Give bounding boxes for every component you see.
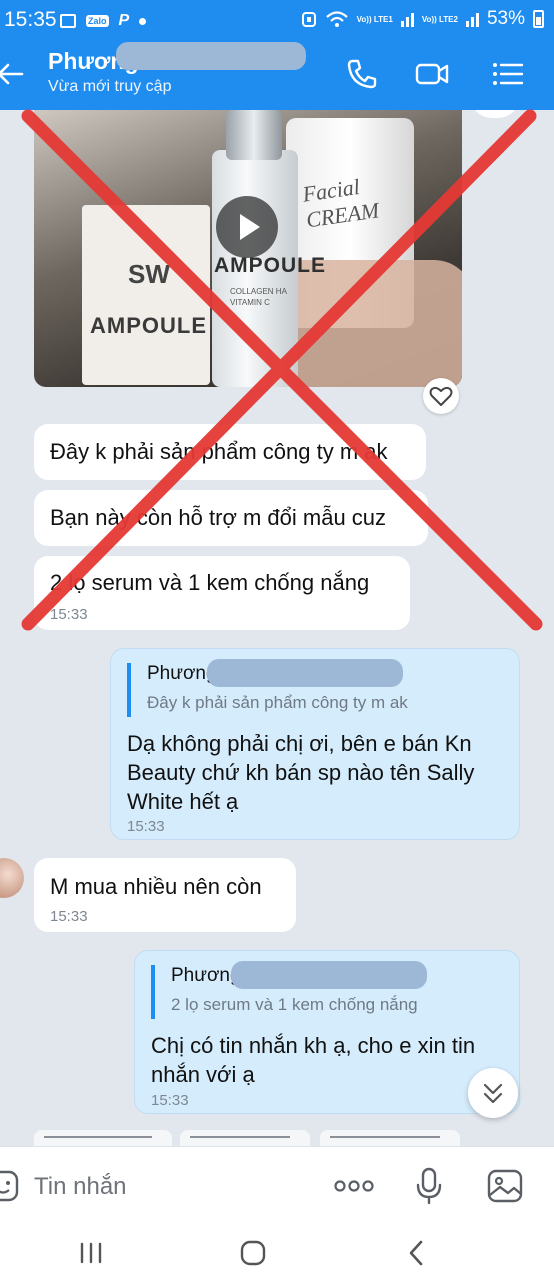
play-icon[interactable] — [216, 196, 278, 258]
message-time: 15:33 — [50, 908, 88, 925]
heart-react-icon[interactable] — [423, 378, 459, 414]
box-logo: SW — [128, 259, 170, 289]
message-text: M mua nhiều nên còn — [50, 874, 262, 899]
message-text: Đây k phải sản phẩm công ty m ak — [50, 439, 388, 464]
incoming-message[interactable]: Đây k phải sản phẩm công ty m ak — [34, 424, 426, 480]
message-input[interactable] — [34, 1167, 314, 1207]
sender-avatar[interactable] — [0, 858, 24, 898]
message-time: 15:33 — [50, 606, 88, 623]
partial-scroll-button[interactable] — [470, 110, 520, 118]
p-notification-icon: P — [118, 12, 130, 29]
redacted-name-block — [116, 42, 306, 70]
scroll-to-bottom-button[interactable] — [468, 1068, 518, 1118]
wifi-icon — [325, 11, 348, 27]
incoming-message[interactable]: M mua nhiều nên còn 15:33 — [34, 858, 296, 932]
notification-icons: Zalo P — [60, 12, 147, 30]
contact-status: Vừa mới truy cập — [48, 78, 172, 95]
message-time: 15:33 — [127, 818, 165, 835]
gallery-notification-icon — [60, 14, 76, 28]
home-icon[interactable] — [240, 1240, 266, 1266]
signal-2-icon — [465, 11, 479, 27]
message-text: Chị có tin nhắn kh ạ, cho e xin tin nhắn… — [151, 1033, 476, 1087]
media-preview-thumb[interactable] — [180, 1130, 310, 1146]
image-picker-icon[interactable] — [486, 1167, 524, 1205]
partial-media-previews — [0, 1130, 554, 1146]
product-box-image: SW AMPOULE — [82, 205, 210, 385]
incoming-message[interactable]: Bạn này còn hỗ trợ m đổi mẫu cuz — [34, 490, 428, 546]
emoji-sticker-icon[interactable] — [0, 1169, 20, 1203]
status-bar: 15:35 Zalo P Vo)) LTE1 Vo)) LTE2 53% — [0, 0, 554, 40]
message-input-bar — [0, 1146, 554, 1224]
system-icons: Vo)) LTE1 Vo)) LTE2 53% — [301, 8, 544, 30]
microphone-icon[interactable] — [414, 1167, 444, 1205]
video-call-icon[interactable] — [414, 56, 450, 92]
double-chevron-down-icon — [483, 1083, 503, 1104]
battery-percent: 53% — [486, 8, 525, 29]
back-arrow-icon[interactable] — [0, 62, 26, 86]
redacted-name-block — [207, 659, 403, 687]
bottle-sub-label: COLLAGEN HA VITAMIN C — [230, 287, 287, 307]
chat-messages-area[interactable]: SW AMPOULE Facial CREAM AMPOULE COLLAGEN… — [0, 110, 554, 1146]
android-nav-bar — [0, 1224, 554, 1280]
message-text: Dạ không phải chị ơi, bên e bán Kn Beaut… — [127, 731, 475, 814]
volte2-label: Vo)) LTE2 — [421, 14, 458, 24]
battery-icon — [533, 10, 544, 28]
more-notifications-dot-icon — [139, 17, 147, 25]
zalo-notification-icon: Zalo — [86, 15, 109, 27]
redacted-name-block — [231, 961, 427, 989]
message-text: 2 lọ serum và 1 kem chống nắng — [50, 570, 370, 595]
message-text: Bạn này còn hỗ trợ m đổi mẫu cuz — [50, 505, 387, 530]
alarm-icon — [301, 12, 316, 27]
nav-back-icon[interactable] — [406, 1240, 426, 1266]
chat-header: Phương Vừa mới truy cập — [0, 40, 554, 110]
outgoing-reply-message[interactable]: Phương 2 lọ serum và 1 kem chống nắng Ch… — [134, 950, 520, 1114]
status-time: 15:35 — [4, 8, 57, 31]
recent-apps-icon[interactable] — [78, 1242, 104, 1264]
bottle-label: AMPOULE — [214, 254, 326, 277]
more-options-icon[interactable] — [332, 1175, 376, 1197]
quote-text: 2 lọ serum và 1 kem chống nắng — [171, 995, 418, 1014]
signal-1-icon — [400, 11, 414, 27]
menu-list-icon[interactable] — [490, 56, 526, 92]
box-label: AMPOULE — [90, 313, 207, 338]
outgoing-reply-message[interactable]: Phương Đây k phải sản phẩm công ty m ak … — [110, 648, 520, 840]
media-preview-thumb[interactable] — [34, 1130, 172, 1146]
bottle-cap — [226, 110, 282, 160]
quote-text: Đây k phải sản phẩm công ty m ak — [147, 693, 408, 712]
media-preview-thumb[interactable] — [320, 1130, 460, 1146]
ampoule-bottle-image: AMPOULE COLLAGEN HA VITAMIN C — [212, 110, 325, 387]
video-message[interactable]: SW AMPOULE Facial CREAM AMPOULE COLLAGEN… — [34, 110, 462, 387]
jar-label: Facial CREAM — [300, 173, 381, 233]
incoming-message[interactable]: 2 lọ serum và 1 kem chống nắng 15:33 — [34, 556, 410, 630]
message-time: 15:33 — [151, 1092, 189, 1109]
volte1-label: Vo)) LTE1 — [356, 14, 393, 24]
phone-call-icon[interactable] — [344, 56, 380, 92]
